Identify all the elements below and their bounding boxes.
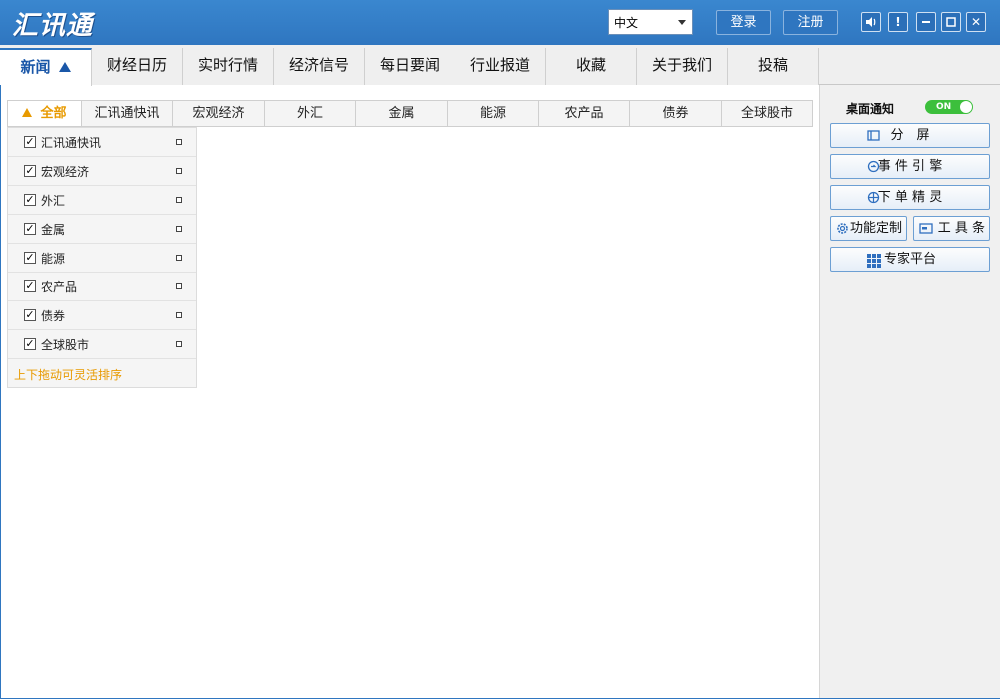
app-logo: 汇讯通 (12, 11, 94, 41)
filter-label: 宏观经济 (41, 165, 90, 179)
category-agri[interactable]: 农产品 (539, 101, 630, 126)
checkbox-checked[interactable]: ✓ (24, 165, 36, 177)
filter-label: 农产品 (41, 280, 78, 294)
category-flash[interactable]: 汇讯通快讯 (82, 101, 173, 126)
filter-item[interactable]: ✓ 汇讯通快讯 (8, 128, 196, 157)
filter-item[interactable]: ✓ 全球股市 (8, 330, 196, 359)
expert-platform-button[interactable]: 专家平台 (830, 247, 990, 272)
filter-item[interactable]: ✓ 债券 (8, 301, 196, 330)
split-screen-button[interactable]: 分 屏 (830, 123, 990, 148)
filter-label: 金属 (41, 223, 66, 237)
drag-handle-icon[interactable] (176, 341, 182, 347)
language-select[interactable]: 中文 (608, 9, 693, 35)
toolbar-icon (919, 222, 933, 235)
filter-item[interactable]: ✓ 能源 (8, 244, 196, 273)
checkbox-checked[interactable]: ✓ (24, 309, 36, 321)
toggle-knob (960, 101, 972, 113)
filter-label: 全球股市 (41, 338, 90, 352)
checkbox-checked[interactable]: ✓ (24, 338, 36, 350)
desktop-notify-label: 桌面通知 (846, 102, 895, 116)
triangle-up-icon (22, 108, 33, 117)
minimize-icon[interactable] (916, 12, 936, 32)
filter-label: 外汇 (41, 194, 66, 208)
drag-handle-icon[interactable] (176, 226, 182, 232)
category-label: 全部 (40, 106, 67, 121)
event-engine-icon (867, 160, 880, 173)
filter-list: ✓ 汇讯通快讯 ✓ 宏观经济 ✓ 外汇 ✓ 金属 ✓ 能源 ✓ 农产品 ✓ 债券… (7, 127, 197, 388)
checkbox-checked[interactable]: ✓ (24, 194, 36, 206)
split-screen-label: 分 屏 (890, 128, 930, 143)
tab-signals[interactable]: 经济信号 (274, 48, 365, 85)
language-value: 中文 (614, 16, 639, 30)
drag-handle-icon[interactable] (176, 139, 182, 145)
category-forex[interactable]: 外汇 (265, 101, 356, 126)
tab-label: 新闻 (20, 58, 51, 76)
order-wizard-button[interactable]: 下 单 精 灵 (830, 185, 990, 210)
tab-daily[interactable]: 每日要闻 (365, 48, 456, 85)
checkbox-checked[interactable]: ✓ (24, 252, 36, 264)
drag-handle-icon[interactable] (176, 255, 182, 261)
tab-submit[interactable]: 投稿 (728, 48, 819, 85)
grid-icon (867, 254, 881, 268)
category-energy[interactable]: 能源 (448, 101, 539, 126)
category-metals[interactable]: 金属 (356, 101, 448, 126)
tab-favorites[interactable]: 收藏 (546, 48, 637, 85)
order-wizard-label: 下 单 精 灵 (877, 190, 943, 205)
toolbar-button[interactable]: 工 具 条 (913, 216, 990, 241)
login-button[interactable]: 登录 (716, 10, 771, 35)
maximize-icon[interactable] (941, 12, 961, 32)
toggle-state: ON (936, 102, 952, 112)
checkbox-checked[interactable]: ✓ (24, 223, 36, 235)
gear-icon (836, 222, 849, 235)
split-screen-icon (867, 129, 880, 142)
drag-handle-icon[interactable] (176, 312, 182, 318)
category-bar: 全部 汇讯通快讯 宏观经济 外汇 金属 能源 农产品 债券 全球股市 (7, 100, 813, 127)
filter-label: 债券 (41, 309, 66, 323)
tab-about[interactable]: 关于我们 (637, 48, 728, 85)
tab-quotes[interactable]: 实时行情 (183, 48, 274, 85)
exclamation-icon[interactable]: ! (888, 12, 908, 32)
title-bar: 汇讯通 中文 登录 注册 ! ✕ (0, 0, 1000, 45)
volume-icon[interactable] (861, 12, 881, 32)
checkbox-checked[interactable]: ✓ (24, 280, 36, 292)
right-panel: 桌面通知 ON 分 屏 事 件 引 擎 下 单 精 灵 功能定制 工 具 条 专… (819, 85, 1000, 699)
expert-platform-label: 专家平台 (883, 252, 936, 267)
filter-label: 能源 (41, 252, 66, 266)
drag-handle-icon[interactable] (176, 168, 182, 174)
triangle-up-icon (58, 62, 71, 72)
category-bonds[interactable]: 债券 (630, 101, 722, 126)
chevron-down-icon (678, 20, 686, 25)
filter-item[interactable]: ✓ 金属 (8, 215, 196, 244)
window-border-left (0, 85, 1, 699)
register-button[interactable]: 注册 (783, 10, 838, 35)
tab-calendar[interactable]: 财经日历 (92, 48, 183, 85)
event-engine-label: 事 件 引 擎 (877, 159, 943, 174)
crosshair-icon (867, 191, 880, 204)
category-macro[interactable]: 宏观经济 (173, 101, 265, 126)
tab-industry[interactable]: 行业报道 (455, 48, 546, 85)
main-tab-bar: 新闻 财经日历 实时行情 经济信号 每日要闻 行业报道 收藏 关于我们 投稿 (0, 45, 1000, 86)
event-engine-button[interactable]: 事 件 引 擎 (830, 154, 990, 179)
tab-news[interactable]: 新闻 (0, 48, 92, 86)
drag-handle-icon[interactable] (176, 283, 182, 289)
filter-item[interactable]: ✓ 农产品 (8, 272, 196, 301)
drag-handle-icon[interactable] (176, 197, 182, 203)
filter-label: 汇讯通快讯 (41, 136, 102, 150)
desktop-notify-toggle[interactable]: ON (925, 100, 973, 114)
close-icon[interactable]: ✕ (966, 12, 986, 32)
toolbar-label: 工 具 条 (937, 221, 985, 236)
category-all[interactable]: 全部 (8, 101, 82, 126)
category-stocks[interactable]: 全球股市 (722, 101, 812, 126)
filter-item[interactable]: ✓ 宏观经济 (8, 157, 196, 186)
custom-function-button[interactable]: 功能定制 (830, 216, 907, 241)
custom-function-label: 功能定制 (849, 221, 902, 236)
checkbox-checked[interactable]: ✓ (24, 136, 36, 148)
filter-item[interactable]: ✓ 外汇 (8, 186, 196, 215)
drag-sort-hint: 上下拖动可灵活排序 (14, 368, 123, 382)
